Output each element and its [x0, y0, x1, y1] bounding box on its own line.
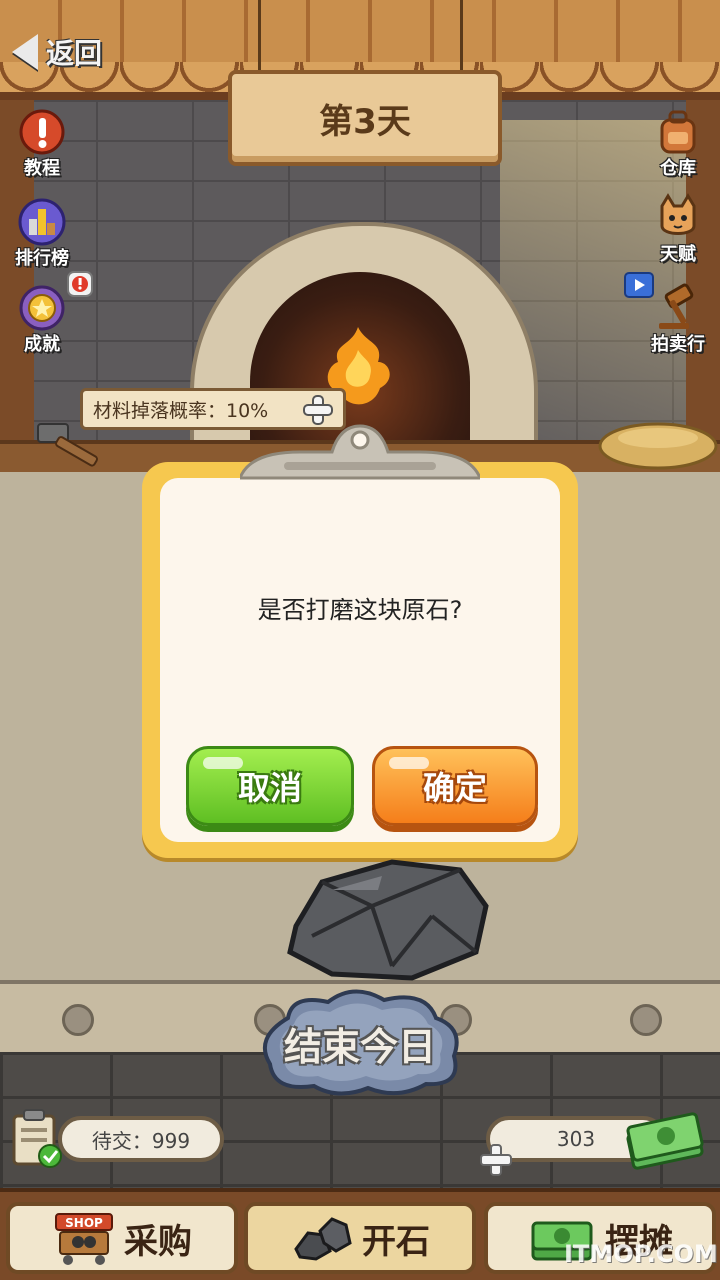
shop-cart-icon: SHOP [55, 1213, 113, 1265]
rivet [62, 1004, 94, 1036]
exclamation-icon [14, 106, 70, 158]
grain-sack-icon [598, 422, 718, 470]
dialog-message: 是否打磨这块原石? [257, 596, 463, 624]
trophy-ranking-icon [14, 196, 70, 248]
tutorial-button[interactable]: 教程 [6, 106, 78, 180]
pending-orders: 待交：999 [58, 1116, 224, 1162]
button-shine [203, 757, 243, 769]
watermark: ITMOP.COM [564, 1240, 718, 1268]
auction-label: 拍卖行 [651, 334, 705, 355]
cancel-label: 取消 [237, 769, 302, 807]
raw-stone-icon[interactable] [282, 856, 492, 982]
tab-open-stone-label: 开石 [362, 1221, 430, 1262]
achievements-label: 成就 [24, 334, 60, 355]
back-arrow-icon [12, 34, 38, 70]
confirm-label: 确定 [422, 769, 487, 807]
cash-stack-icon [626, 1112, 704, 1170]
leaderboard-label: 排行榜 [15, 248, 69, 269]
talent-button[interactable]: 天赋 [642, 192, 714, 266]
rivet [630, 1004, 662, 1036]
clipboard-clip-icon [240, 424, 480, 480]
pending-label: 待交：999 [91, 1128, 191, 1153]
end-day-label: 结束今日 [283, 1025, 436, 1069]
stones-icon [294, 1217, 352, 1261]
drop-rate-label: 材料掉落概率：10% [93, 399, 269, 422]
money-value: 303 [556, 1127, 596, 1151]
button-shine [389, 757, 429, 769]
warehouse-button[interactable]: 仓库 [642, 106, 714, 180]
confirm-button[interactable]: 确定 [372, 746, 538, 826]
sign-rope [460, 0, 463, 76]
medal-icon [14, 282, 70, 334]
cat-icon [650, 192, 706, 244]
cancel-button[interactable]: 取消 [186, 746, 354, 826]
sign-rope [258, 0, 261, 76]
back-button[interactable]: 返回 [12, 30, 102, 74]
day-sign: 第3天 [228, 70, 502, 166]
talent-label: 天赋 [660, 244, 696, 265]
tab-purchase-label: 采购 [124, 1221, 192, 1262]
shop-badge: SHOP [65, 1216, 103, 1230]
gavel-icon [650, 282, 706, 334]
add-money-icon[interactable] [478, 1142, 514, 1178]
warehouse-label: 仓库 [660, 158, 696, 179]
backpack-icon [650, 106, 706, 158]
video-ad-icon[interactable] [624, 272, 654, 298]
leaderboard-button[interactable]: 排行榜 [6, 196, 78, 270]
notification-badge-icon [67, 271, 93, 297]
tab-open-stone[interactable]: 开石 [244, 1202, 476, 1274]
tab-purchase[interactable]: SHOP 采购 [6, 1202, 238, 1274]
tutorial-label: 教程 [24, 158, 60, 179]
back-label: 返回 [46, 37, 103, 70]
day-title: 第3天 [319, 101, 411, 142]
